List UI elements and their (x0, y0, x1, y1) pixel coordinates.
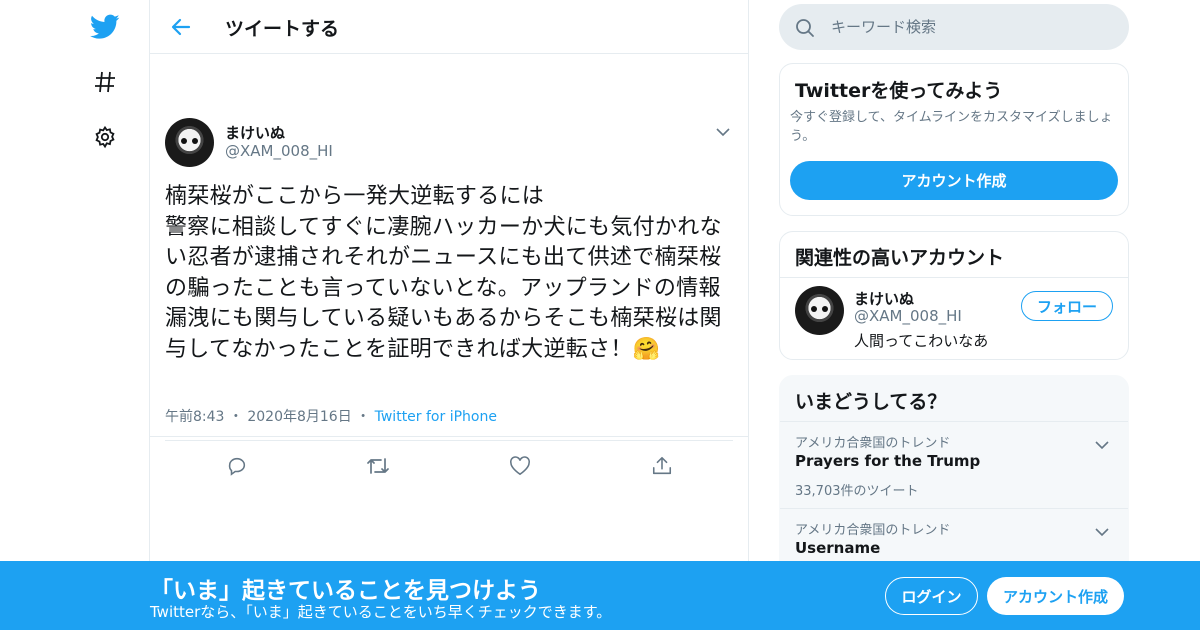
trend-count: 33,703件のツイート (795, 484, 919, 499)
page-title: ツイートする (225, 18, 340, 40)
divider (165, 440, 733, 441)
trend-context: アメリカ合衆国のトレンド (795, 436, 951, 451)
like-icon[interactable] (508, 454, 532, 478)
trend-context: アメリカ合衆国のトレンド (795, 523, 951, 538)
login-button[interactable]: ログイン (885, 577, 978, 615)
trend-name: Prayers for the Trump (795, 452, 981, 470)
signup-banner: 「いま」起きていることを見つけよう Twitterなら、「いま」起きていることを… (0, 561, 1200, 630)
divider (150, 436, 748, 437)
divider (780, 277, 1128, 278)
tweet-date[interactable]: 2020年8月16日 (247, 409, 351, 425)
tweet-meta: 午前8:43 ・ 2020年8月16日 ・ Twitter for iPhone (165, 406, 497, 426)
chevron-down-icon[interactable] (716, 122, 730, 141)
banner-subtitle: Twitterなら、「いま」起きていることをいち早くチェックできます。 (150, 603, 612, 621)
hashtag-icon[interactable] (88, 65, 122, 99)
meta-separator: ・ (228, 409, 243, 425)
related-bio: 人間ってこわいなあ (854, 332, 989, 350)
avatar[interactable] (795, 286, 844, 335)
related-handle[interactable]: @XAM_008_HI (854, 307, 962, 325)
trends-panel: いまどうしてる？ アメリカ合衆国のトレンド Prayers for the Tr… (779, 375, 1129, 575)
signup-button[interactable]: アカウント作成 (987, 577, 1124, 615)
main-column: ツイートする まけいぬ @XAM_008_HI 楠栞桜がここから一発大逆転するに… (149, 0, 749, 630)
tweet-handle[interactable]: @XAM_008_HI (225, 142, 333, 160)
retweet-icon[interactable] (366, 454, 390, 478)
signup-panel-description: 今すぐ登録して、タイムラインをカスタマイズしましょう。 (790, 110, 1113, 144)
chevron-down-icon[interactable] (1095, 435, 1109, 454)
tweet-display-name[interactable]: まけいぬ (225, 122, 285, 143)
meta-separator: ・ (356, 409, 371, 425)
left-nav (0, 0, 150, 630)
signup-panel: Twitterを使ってみよう 今すぐ登録して、タイムラインをカスタマイズしましょ… (779, 63, 1129, 216)
chevron-down-icon[interactable] (1095, 522, 1109, 541)
search-bar (779, 4, 1129, 50)
avatar[interactable] (165, 118, 214, 167)
tweet-source[interactable]: Twitter for iPhone (375, 409, 497, 425)
signup-panel-title: Twitterを使ってみよう (795, 80, 1003, 102)
main-header: ツイートする (150, 0, 748, 54)
banner-title: 「いま」起きていることを見つけよう (150, 578, 541, 604)
create-account-button[interactable]: アカウント作成 (790, 161, 1118, 200)
tweet-time[interactable]: 午前8:43 (165, 409, 224, 425)
related-display-name[interactable]: まけいぬ (854, 288, 914, 309)
trend-item[interactable]: アメリカ合衆国のトレンド Prayers for the Trump 33,70… (780, 422, 1128, 508)
search-icon (795, 18, 815, 42)
tweet-text: 楠栞桜がここから一発大逆転するには 警察に相談してすぐに凄腕ハッカーか犬にも気付… (165, 184, 722, 362)
trend-name: Username (795, 539, 881, 557)
related-accounts-panel: 関連性の高いアカウント まけいぬ @XAM_008_HI 人間ってこわいなあ フ… (779, 231, 1129, 360)
search-input[interactable] (831, 15, 1111, 39)
follow-button[interactable]: フォロー (1021, 291, 1113, 321)
reply-icon[interactable] (225, 454, 249, 478)
back-arrow-icon[interactable] (166, 12, 196, 42)
share-icon[interactable] (650, 454, 674, 478)
related-panel-title: 関連性の高いアカウント (795, 247, 1005, 269)
gear-icon[interactable] (88, 120, 122, 154)
twitter-bird-icon[interactable] (88, 10, 122, 44)
trends-panel-title: いまどうしてる？ (795, 391, 947, 413)
